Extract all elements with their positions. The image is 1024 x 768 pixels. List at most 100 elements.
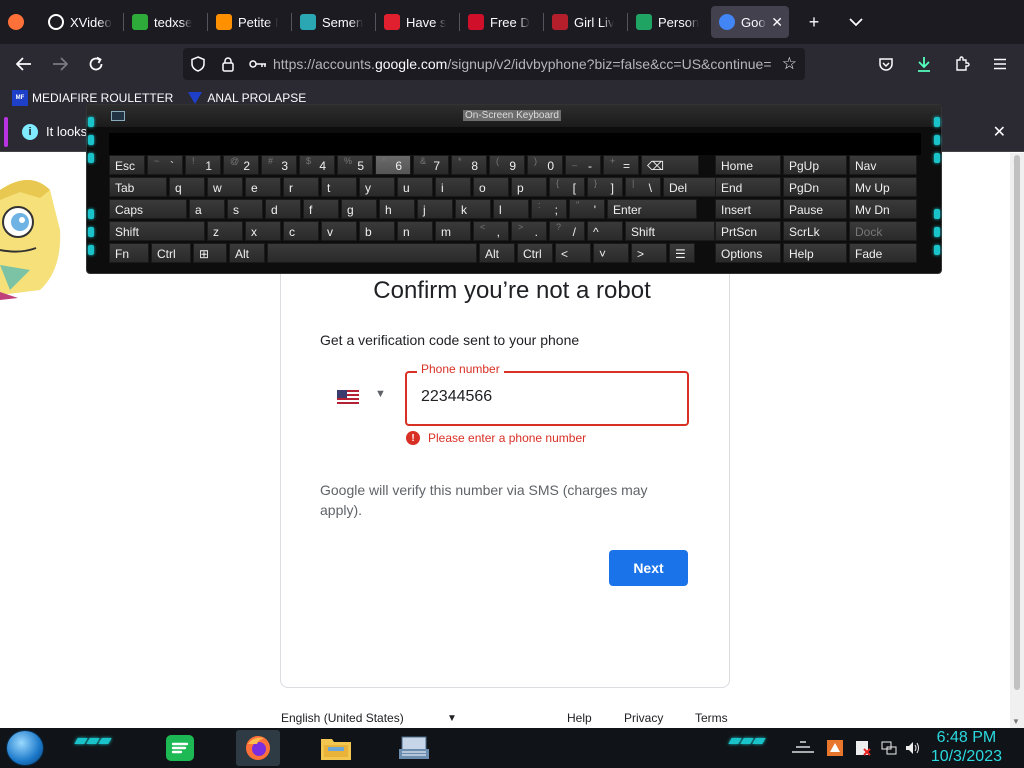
list-all-tabs-button[interactable] [841, 7, 871, 37]
key-mvup[interactable]: Mv Up [849, 177, 917, 197]
tracking-protection-icon[interactable] [183, 56, 213, 72]
key-insert[interactable]: Insert [715, 199, 781, 219]
start-button[interactable] [6, 730, 44, 766]
key-6[interactable]: ^ 6 [375, 155, 411, 175]
action-center-icon[interactable] [854, 739, 872, 757]
pocket-button[interactable] [868, 48, 904, 80]
taskbar-firefox[interactable] [236, 730, 280, 766]
permissions-key-icon[interactable] [243, 59, 273, 69]
downloads-button[interactable] [906, 48, 942, 80]
key-shift[interactable]: Shift [109, 221, 205, 241]
key-[interactable]: " ' [569, 199, 605, 219]
key-[interactable]: }] [587, 177, 623, 197]
scroll-down-icon[interactable]: ▼ [1012, 717, 1020, 726]
back-button[interactable] [6, 48, 42, 80]
key-9[interactable]: (9 [489, 155, 525, 175]
key-help[interactable]: Help [783, 243, 847, 263]
key-ctrl[interactable]: Ctrl [517, 243, 553, 263]
app-menu-button[interactable] [982, 48, 1018, 80]
bookmark-anal-prolapse[interactable]: ANAL PROLAPSE [187, 91, 306, 105]
browser-tab[interactable] [0, 6, 40, 38]
browser-tab[interactable]: Goo ✕ [711, 6, 789, 38]
key-home[interactable]: Home [715, 155, 781, 175]
browser-tab[interactable]: Free D [460, 6, 543, 38]
key-d[interactable]: d [265, 199, 301, 219]
url-text[interactable]: https://accounts.google.com/signup/v2/id… [273, 56, 773, 72]
key-m[interactable]: m [435, 221, 471, 241]
key-scrlk[interactable]: ScrLk [783, 221, 847, 241]
key-7[interactable]: & 7 [413, 155, 449, 175]
key-3[interactable]: #3 [261, 155, 297, 175]
key-s[interactable]: s [227, 199, 263, 219]
key-[interactable]: ? / [549, 221, 585, 241]
key-h[interactable]: h [379, 199, 415, 219]
key-q[interactable]: q [169, 177, 205, 197]
country-dropdown-caret-icon[interactable]: ▼ [375, 388, 386, 400]
key-fade[interactable]: Fade [849, 243, 917, 263]
key-del[interactable]: Del [663, 177, 717, 197]
key-pause[interactable]: Pause [783, 199, 847, 219]
on-screen-keyboard[interactable]: On-Screen Keyboard Esc ~ `! 1 @2 #3 $4% 5 ^ 6 & 7 * 8… [86, 104, 942, 274]
language-caret-icon[interactable]: ▼ [447, 713, 457, 724]
key-5[interactable]: % 5 [337, 155, 373, 175]
show-hidden-icons-icon[interactable] [790, 736, 816, 756]
key-dock[interactable]: Dock [849, 221, 917, 241]
taskbar-spotify[interactable] [158, 730, 202, 766]
key-y[interactable]: y [359, 177, 395, 197]
key-[interactable]: ☰ [669, 243, 695, 263]
forward-button[interactable] [42, 48, 78, 80]
key-z[interactable]: z [207, 221, 243, 241]
key-u[interactable]: u [397, 177, 433, 197]
us-flag-icon[interactable] [337, 390, 359, 404]
next-button[interactable]: Next [609, 550, 688, 586]
key-c[interactable]: c [283, 221, 319, 241]
tray-app-icon[interactable] [826, 739, 844, 757]
key-l[interactable]: l [493, 199, 529, 219]
footer-privacy-link[interactable]: Privacy [624, 711, 663, 725]
key-options[interactable]: Options [715, 243, 781, 263]
key-k[interactable]: k [455, 199, 491, 219]
key-[interactable]: > [631, 243, 667, 263]
key-[interactable]: {[ [549, 177, 585, 197]
key-[interactable]: ˅ [593, 243, 629, 263]
key-b[interactable]: b [359, 221, 395, 241]
bookmark-star-icon[interactable]: ☆ [782, 54, 797, 74]
key-nav[interactable]: Nav [849, 155, 917, 175]
key-w[interactable]: w [207, 177, 243, 197]
close-icon[interactable]: ✕ [993, 122, 1006, 142]
key-caps[interactable]: Caps [109, 199, 187, 219]
key-1[interactable]: ! 1 [185, 155, 221, 175]
volume-icon[interactable] [904, 739, 922, 757]
browser-tab[interactable]: XVideo [40, 6, 123, 38]
key-[interactable]: _ - [565, 155, 601, 175]
footer-help-link[interactable]: Help [567, 711, 592, 725]
key-pgup[interactable]: PgUp [783, 155, 847, 175]
key-prtscn[interactable]: PrtScn [715, 221, 781, 241]
key-[interactable]: ^ [587, 221, 623, 241]
key-0[interactable]: ) 0 [527, 155, 563, 175]
key-alt[interactable]: Alt [479, 243, 515, 263]
key-8[interactable]: * 8 [451, 155, 487, 175]
network-icon[interactable] [880, 739, 898, 757]
key-esc[interactable]: Esc [109, 155, 145, 175]
phone-number-input[interactable] [421, 388, 671, 406]
key-v[interactable]: v [321, 221, 357, 241]
browser-tab[interactable]: tedxse [124, 6, 207, 38]
key-i[interactable]: i [435, 177, 471, 197]
key-[interactable]: ~ ` [147, 155, 183, 175]
reload-button[interactable] [78, 48, 114, 80]
keyboard-titlebar[interactable]: On-Screen Keyboard [87, 105, 941, 127]
key-[interactable]: | \ [625, 177, 661, 197]
browser-tab[interactable]: Semen [292, 6, 375, 38]
key-x[interactable]: x [245, 221, 281, 241]
key-space[interactable] [267, 243, 477, 263]
browser-tab[interactable]: Petite I [208, 6, 291, 38]
key-[interactable]: ⌫ [641, 155, 699, 175]
key-o[interactable]: o [473, 177, 509, 197]
key-mvdn[interactable]: Mv Dn [849, 199, 917, 219]
key-[interactable]: < [555, 243, 591, 263]
taskbar-on-screen-keyboard[interactable] [392, 730, 436, 766]
extensions-button[interactable] [944, 48, 980, 80]
scrollbar-thumb[interactable] [1014, 155, 1020, 690]
key-g[interactable]: g [341, 199, 377, 219]
